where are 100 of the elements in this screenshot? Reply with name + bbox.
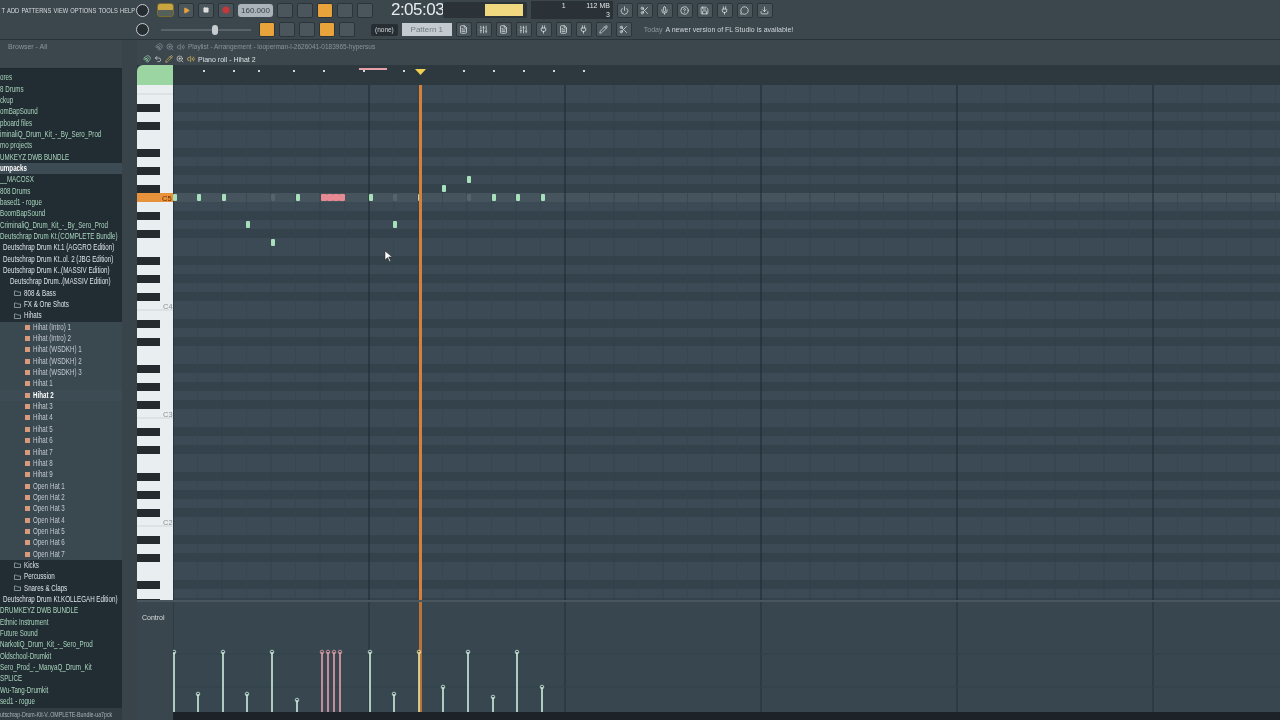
browser-item[interactable]: Future Sound (0, 627, 122, 640)
velocity-bar[interactable] (294, 697, 300, 712)
browser-item[interactable]: Hihat 2 (0, 389, 122, 401)
chat-icon[interactable] (736, 2, 753, 18)
browser-item[interactable]: Hihat (WSDKH) 1 (0, 344, 122, 356)
toolbar-toggle[interactable] (299, 22, 315, 37)
browser-item[interactable]: Snares & Claps (0, 582, 122, 594)
undo-icon[interactable] (154, 55, 162, 63)
file-icon[interactable] (555, 22, 572, 37)
scissors-icon[interactable] (636, 2, 653, 18)
browser-item[interactable]: Open Hat 3 (0, 503, 122, 515)
browser-item[interactable]: Hihat 1 (0, 378, 122, 390)
browser-item[interactable]: ores (0, 72, 122, 84)
velocity-bar[interactable] (331, 649, 337, 712)
browser-item[interactable]: 8 Drums (0, 83, 122, 95)
toolbar-toggle[interactable] (319, 22, 335, 37)
pitch-knob[interactable] (136, 23, 149, 36)
tempo-display[interactable]: 160.000 (238, 3, 273, 17)
sliders-icon[interactable] (515, 22, 532, 37)
toolbar-toggle[interactable] (259, 22, 275, 37)
browser-item[interactable]: Oldschool-Drumkit (0, 650, 122, 662)
browser-item[interactable]: Percussion (0, 571, 122, 583)
menu-item[interactable]: VIEW (53, 5, 69, 15)
download-icon[interactable] (756, 2, 773, 18)
browser-item[interactable]: __MACOSX (0, 174, 122, 186)
menu-item[interactable]: OPTIONS (70, 5, 97, 15)
menu-item[interactable]: TOOLS (98, 5, 118, 15)
menu-item[interactable]: PATTERNS (21, 5, 52, 15)
browser-item[interactable]: FX & One Shots (0, 298, 122, 311)
highlighted-key[interactable] (137, 193, 173, 202)
browser-item[interactable]: iminaliQ_Drum_Kit_-_By_Sero_Prod (0, 128, 122, 141)
browser-item[interactable]: omBapSound (0, 106, 122, 118)
browser-item[interactable]: pboard files (0, 117, 122, 129)
velocity-bar[interactable] (173, 649, 177, 712)
power-icon[interactable] (616, 2, 633, 18)
play-button[interactable] (178, 2, 194, 18)
browser-item[interactable]: based1 - rogue (0, 196, 122, 209)
toolbar-toggle[interactable] (296, 2, 313, 18)
browser-item[interactable]: Deutschrap Drum Kt.(COMPLETE Bundle) (0, 230, 122, 243)
browser-item[interactable]: Deutschrap Drum..(MASSIV Edition) (0, 276, 122, 288)
menu-item[interactable]: HELP (120, 5, 136, 15)
browser-item[interactable]: Deutschrap Drum Kt..ol. 2 (JBG Edition) (0, 253, 122, 265)
stop-button[interactable] (198, 2, 214, 18)
toolbar-toggle[interactable] (336, 2, 353, 18)
browser-item[interactable]: Open Hat 4 (0, 514, 122, 526)
browser-item[interactable]: CriminaliQ_Drum_Kit_-_By_Sero_Prod (0, 219, 122, 231)
file-icon[interactable] (455, 22, 472, 37)
velocity-bar[interactable] (244, 691, 250, 712)
plug-icon[interactable] (716, 2, 733, 18)
browser-item[interactable]: Hihat 4 (0, 412, 122, 424)
browser-item[interactable]: Deutschrap Drum K..(MASSIV Edition) (0, 264, 122, 277)
toolbar-toggle[interactable] (276, 2, 293, 18)
plug-icon[interactable] (535, 22, 552, 37)
browser-item[interactable]: Open Hat 6 (0, 537, 122, 549)
menu-item[interactable]: ADD (7, 5, 20, 15)
browser-item[interactable]: SPLICE (0, 673, 122, 685)
magnet-icon[interactable] (155, 42, 163, 51)
playhead-marker-icon[interactable] (415, 69, 426, 75)
browser-item[interactable]: Hihat 6 (0, 435, 122, 447)
browser-item[interactable]: Sero_Prod_-_ManyaQ_Drum_Kit (0, 661, 122, 674)
microphone-icon[interactable] (656, 2, 673, 18)
velocity-bar[interactable] (539, 684, 545, 712)
play-icon[interactable] (182, 6, 190, 14)
menu-item[interactable]: T (1, 5, 5, 15)
toolbar-toggle[interactable] (316, 2, 333, 18)
toolbar-toggle[interactable] (279, 22, 295, 37)
browser-item[interactable]: mo projects (0, 140, 122, 152)
scissors-icon[interactable] (615, 22, 632, 37)
browser-item[interactable]: Hihats (0, 310, 122, 322)
velocity-bar[interactable] (319, 649, 325, 712)
velocity-bar[interactable] (269, 649, 275, 712)
browser-item[interactable]: Wu-Tang-Drumkit (0, 684, 122, 696)
browser-item[interactable]: DRUMKEYZ DWB BUNDLE (0, 605, 122, 617)
browser-item[interactable]: 808 & Bass (0, 287, 122, 299)
velocity-bar[interactable] (195, 691, 201, 712)
velocity-bar[interactable] (220, 649, 226, 712)
save-icon[interactable] (696, 2, 713, 18)
velocity-bar[interactable] (440, 684, 446, 712)
velocity-bar[interactable] (514, 649, 520, 712)
browser-item[interactable]: 808 Drums (0, 185, 122, 197)
pattern-song-switch[interactable] (157, 3, 174, 17)
browser-item[interactable]: Kicks (0, 559, 122, 572)
browser-item[interactable]: Deutschrap Drum Kt.KOLLEGAH Edition) (0, 593, 122, 606)
browser-item[interactable]: ckup (0, 94, 122, 107)
browser-item[interactable]: BoomBapSound (0, 208, 122, 220)
slider-thumb[interactable] (212, 24, 218, 35)
velocity-bar[interactable] (367, 649, 373, 712)
velocity-bar[interactable] (416, 649, 422, 712)
toolbar-toggle[interactable] (356, 2, 373, 18)
pencil-icon[interactable] (595, 22, 612, 37)
file-icon[interactable] (495, 22, 512, 37)
zoom-icon[interactable] (166, 42, 174, 51)
master-knob[interactable] (136, 3, 149, 17)
velocity-bar[interactable] (391, 691, 397, 712)
mixer-icon[interactable] (475, 22, 492, 37)
browser-item[interactable]: Open Hat 1 (0, 480, 122, 492)
loop-range-marker[interactable] (359, 68, 387, 70)
browser-item[interactable]: Hihat 7 (0, 446, 122, 458)
velocity-bar[interactable] (465, 649, 471, 712)
browser-item[interactable]: UMKEYZ DWB BUNDLE (0, 151, 122, 163)
